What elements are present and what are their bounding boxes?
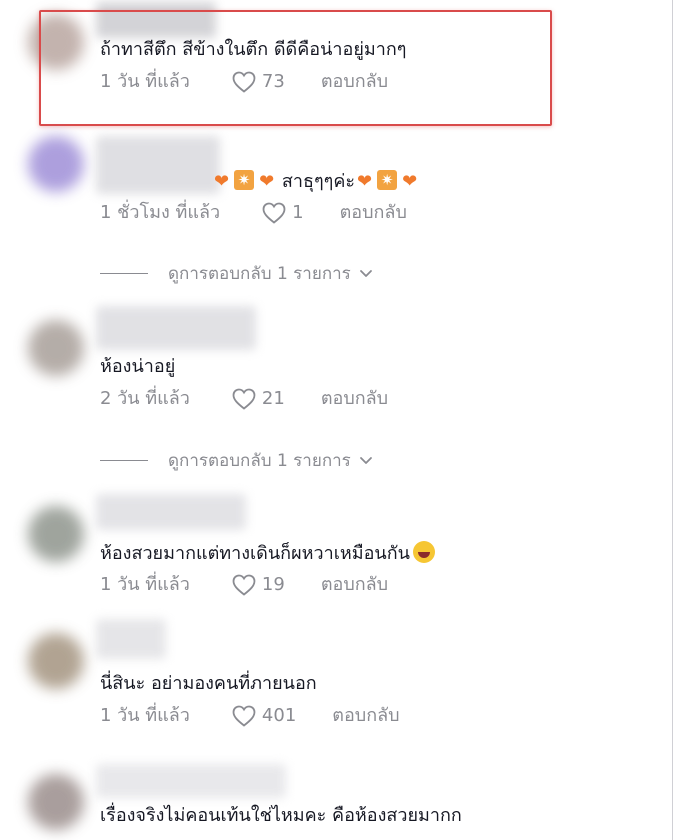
heart-icon (262, 202, 286, 224)
chevron-down-icon (359, 451, 373, 471)
comment-time: 1 วัน ที่แล้ว (100, 574, 190, 595)
comment-text: เรื่องจริงไม่คอนเท้นใช่ไหมคะ คือห้องสวยม… (100, 805, 462, 826)
chevron-down-icon (359, 264, 373, 284)
username-blurred[interactable] (96, 306, 256, 350)
view-replies-button[interactable]: ดูการตอบกลับ 1 รายการ (100, 260, 373, 287)
comment-text-body: สาธุๆๆค่ะ (281, 171, 356, 192)
avatar[interactable] (28, 774, 84, 830)
heart-emoji-icon: ❤ (259, 171, 275, 192)
like-count: 21 (261, 388, 285, 409)
comment-time: 1 วัน ที่แล้ว (100, 705, 190, 726)
divider-line (100, 273, 148, 274)
sparkle-emoji-icon (377, 168, 398, 192)
comment-text-body: ห้องสวยมากแต่ทางเดินก็ผหวาเหมือนกัน (100, 543, 410, 564)
like-count: 401 (261, 705, 297, 726)
view-replies-label: ดูการตอบกลับ 1 รายการ (168, 451, 351, 471)
like-count: 1 (292, 202, 304, 223)
reply-button[interactable]: ตอบกลับ (321, 387, 388, 411)
comment-text: ❤❤ สาธุๆๆค่ะ❤❤ (100, 168, 419, 194)
comment-item: ❤❤ สาธุๆๆค่ะ❤❤ 1 ชั่วโมง ที่แล้ว 1 ตอบกล… (0, 130, 672, 290)
comment-item: นี่สินะ อย่ามองคนที่ภายนอก 1 วัน ที่แล้ว… (0, 615, 672, 755)
reply-button[interactable]: ตอบกลับ (332, 704, 399, 728)
avatar[interactable] (28, 136, 84, 192)
comment-text: ห้องสวยมากแต่ทางเดินก็ผหวาเหมือนกัน (100, 541, 435, 566)
avatar[interactable] (28, 320, 84, 376)
username-blurred[interactable] (96, 619, 166, 659)
comment-time: 2 วัน ที่แล้ว (100, 388, 190, 409)
comment-item: เรื่องจริงไม่คอนเท้นใช่ไหมคะ คือห้องสวยม… (0, 760, 672, 840)
reply-button[interactable]: ตอบกลับ (340, 201, 407, 225)
reply-button[interactable]: ตอบกลับ (321, 573, 388, 597)
like-button[interactable]: 21 (232, 387, 285, 411)
comment-item: ห้องน่าอยู่ 2 วัน ที่แล้ว 21 ตอบกลับ ดูก… (0, 300, 672, 480)
like-button[interactable]: 19 (232, 573, 285, 597)
comments-panel: ถ้าทาสีตึก สีข้างในตึก ดีดีคือน่าอยู่มาก… (0, 0, 673, 840)
comment-text: ห้องน่าอยู่ (100, 356, 176, 377)
avatar[interactable] (28, 506, 84, 562)
like-button[interactable]: 401 (232, 704, 296, 728)
heart-icon (232, 574, 256, 596)
avatar[interactable] (28, 633, 84, 689)
sparkle-emoji-icon (234, 168, 255, 192)
like-count: 19 (261, 574, 285, 595)
like-button[interactable]: 1 (262, 201, 304, 225)
username-blurred[interactable] (96, 494, 246, 530)
username-blurred[interactable] (96, 764, 286, 798)
divider-line (100, 460, 148, 461)
comment-meta: 2 วัน ที่แล้ว 21 ตอบกลับ (100, 387, 388, 411)
view-replies-button[interactable]: ดูการตอบกลับ 1 รายการ (100, 447, 373, 474)
heart-emoji-icon: ❤ (402, 171, 418, 192)
comment-meta: 1 ชั่วโมง ที่แล้ว 1 ตอบกลับ (100, 201, 407, 225)
comment-text: นี่สินะ อย่ามองคนที่ภายนอก (100, 673, 317, 694)
view-replies-label: ดูการตอบกลับ 1 รายการ (168, 264, 351, 284)
comment-meta: 1 วัน ที่แล้ว 401 ตอบกลับ (100, 704, 400, 728)
heart-icon (232, 705, 256, 727)
highlight-box (39, 10, 552, 126)
comment-item: ห้องสวยมากแต่ทางเดินก็ผหวาเหมือนกัน 1 วั… (0, 490, 672, 610)
heart-icon (232, 388, 256, 410)
laughing-emoji-icon (412, 541, 435, 563)
comment-meta: 1 วัน ที่แล้ว 19 ตอบกลับ (100, 573, 388, 597)
comment-time: 1 ชั่วโมง ที่แล้ว (100, 202, 221, 223)
heart-emoji-icon: ❤ (214, 171, 230, 192)
heart-emoji-icon: ❤ (357, 171, 373, 192)
